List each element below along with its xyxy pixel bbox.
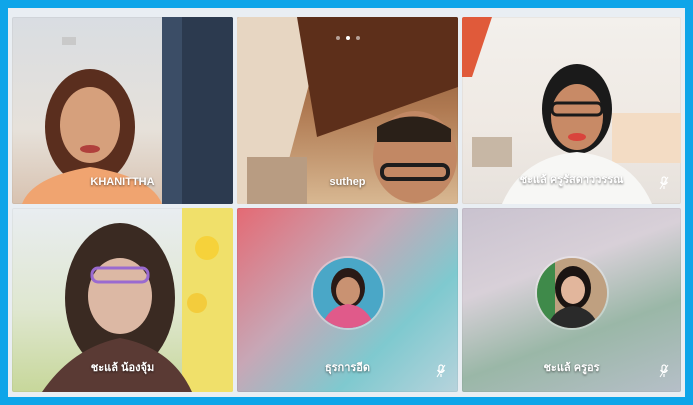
video-call-grid: KHANITTHA suthep ชะแล้ ครูรัสดาววรรณ ชะแ… — [8, 8, 685, 397]
avatar — [536, 258, 607, 328]
page-dot-active[interactable] — [345, 36, 350, 40]
mic-icon — [659, 364, 669, 378]
participant-tile-3[interactable]: ชะแล้ ครูรัสดาววรรณ — [462, 17, 681, 204]
mic-icon — [659, 176, 669, 190]
participant-tile-suthep[interactable]: suthep — [237, 17, 458, 204]
participant-tile-4[interactable]: ชะแล้ น้องจุ้ม — [12, 208, 233, 392]
page-dot[interactable] — [355, 36, 360, 40]
participant-name: KHANITTHA — [90, 176, 155, 188]
participant-name: ธุรการอีด — [324, 362, 371, 374]
page-indicator[interactable] — [237, 27, 458, 45]
participant-tile-khanittha[interactable]: KHANITTHA — [12, 17, 233, 204]
participant-avatar — [312, 258, 383, 328]
participant-tile-6[interactable]: ชะแล้ ครูอร — [462, 208, 681, 392]
participant-tile-5[interactable]: ธุรการอีด — [237, 208, 458, 392]
page-dot[interactable] — [335, 36, 340, 40]
participant-avatar — [536, 258, 607, 328]
participant-name: ชะแล้ ครูอร — [543, 362, 600, 374]
participant-name: ชะแล้ น้องจุ้ม — [90, 362, 155, 374]
avatar — [312, 258, 383, 328]
mic-icon — [436, 364, 446, 378]
participant-name: suthep — [329, 176, 366, 188]
participant-name: ชะแล้ ครูรัสดาววรรณ — [519, 174, 624, 186]
